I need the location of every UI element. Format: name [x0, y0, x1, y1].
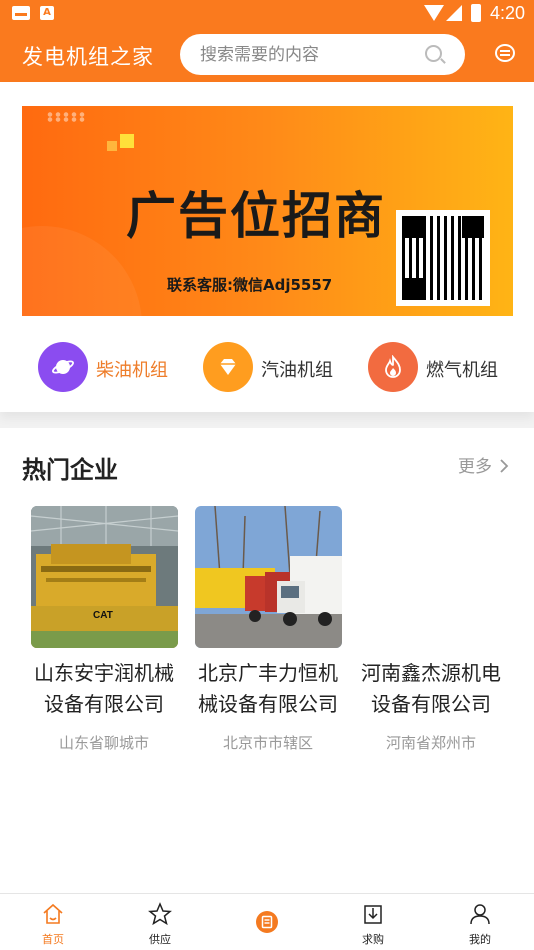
- banner-title: 广告位招商: [126, 187, 386, 245]
- notification-icon: [12, 6, 30, 20]
- category-label: 汽油机组: [261, 360, 333, 381]
- company-name-line: 械设备有限公司: [198, 692, 338, 716]
- more-label: 更多: [458, 457, 492, 477]
- user-icon: [470, 904, 490, 925]
- category-label: 燃气机组: [426, 360, 498, 381]
- home-icon: [43, 903, 63, 924]
- app-title: 发电机组之家: [22, 45, 154, 69]
- company-card[interactable]: 河南鑫杰源机电 设备有限公司 河南省郑州市: [356, 506, 506, 753]
- document-icon: [256, 911, 278, 933]
- status-bar: A 4:20: [0, 0, 534, 28]
- banner-swoosh-decoration: [22, 226, 142, 316]
- company-name: 北京广丰力恒机 械设备有限公司: [193, 658, 343, 720]
- category-row: 柴油机组 汽油机组 燃气机组: [0, 340, 534, 394]
- search-icon[interactable]: [425, 45, 442, 62]
- company-photo: CAT: [30, 506, 178, 648]
- status-time: 4:20: [490, 3, 526, 23]
- diamond-icon: [203, 342, 253, 392]
- company-photo-placeholder: [357, 506, 505, 648]
- company-name-line: 山东安宇润机械: [34, 661, 174, 685]
- company-photo: [194, 506, 342, 648]
- banner-square-decoration: [107, 141, 117, 151]
- banner-square-decoration: [120, 134, 134, 148]
- tab-label: 供应: [149, 933, 171, 946]
- download-icon: [364, 905, 382, 924]
- svg-text:CAT: CAT: [93, 610, 113, 621]
- tab-supply[interactable]: 供应: [130, 894, 190, 950]
- ad-banner[interactable]: 广告位招商 联系客服:微信Adj5557: [22, 106, 513, 316]
- chevron-right-icon: [500, 459, 509, 473]
- company-name-line: 设备有限公司: [371, 692, 491, 716]
- tab-publish[interactable]: [237, 894, 297, 950]
- bottom-nav: 首页 供应 求购 我的: [0, 893, 534, 950]
- company-name-line: 设备有限公司: [44, 692, 164, 716]
- banner-contact: 联系客服:微信Adj5557: [167, 276, 333, 294]
- app-a-icon: A: [40, 6, 54, 20]
- qr-code: [396, 210, 490, 306]
- section-title: 热门企业: [22, 456, 118, 484]
- company-name: 山东安宇润机械 设备有限公司: [29, 658, 179, 720]
- tab-mine[interactable]: 我的: [450, 894, 510, 950]
- company-city: 山东省聊城市: [58, 734, 149, 752]
- tab-home[interactable]: 首页: [23, 894, 83, 950]
- app-header: A 4:20 发电机组之家: [0, 0, 534, 82]
- banner-dots-decoration: [46, 112, 86, 122]
- tab-label: 求购: [362, 933, 384, 946]
- company-name-line: 河南鑫杰源机电: [361, 661, 501, 685]
- company-city: 北京市市辖区: [222, 734, 313, 752]
- home-top-section: 广告位招商 联系客服:微信Adj5557 柴油机组 汽油机组 燃气机组: [0, 82, 534, 412]
- planet-icon: [38, 342, 88, 392]
- hot-companies-section: 热门企业 更多 CAT 山东安宇润机械 设备有限公司 山东省聊城市 北京广丰力恒…: [0, 428, 534, 893]
- signal-icon: [446, 5, 462, 21]
- star-icon: [148, 902, 172, 926]
- tab-purchase[interactable]: 求购: [343, 894, 403, 950]
- category-label: 柴油机组: [96, 360, 168, 381]
- company-city: 河南省郑州市: [385, 734, 476, 752]
- company-name: 河南鑫杰源机电 设备有限公司: [356, 658, 506, 720]
- wifi-icon: [424, 5, 444, 21]
- search-input[interactable]: [200, 34, 420, 75]
- search-bar[interactable]: [180, 34, 465, 75]
- more-link[interactable]: 更多: [458, 452, 509, 477]
- company-card[interactable]: CAT 山东安宇润机械 设备有限公司 山东省聊城市: [29, 506, 179, 753]
- company-name-line: 北京广丰力恒机: [198, 661, 338, 685]
- battery-icon: [471, 4, 481, 22]
- message-icon[interactable]: [495, 44, 515, 62]
- tab-label: 我的: [469, 933, 491, 946]
- flame-icon: [368, 342, 418, 392]
- tab-label: 首页: [42, 933, 64, 946]
- company-card[interactable]: 北京广丰力恒机 械设备有限公司 北京市市辖区: [193, 506, 343, 753]
